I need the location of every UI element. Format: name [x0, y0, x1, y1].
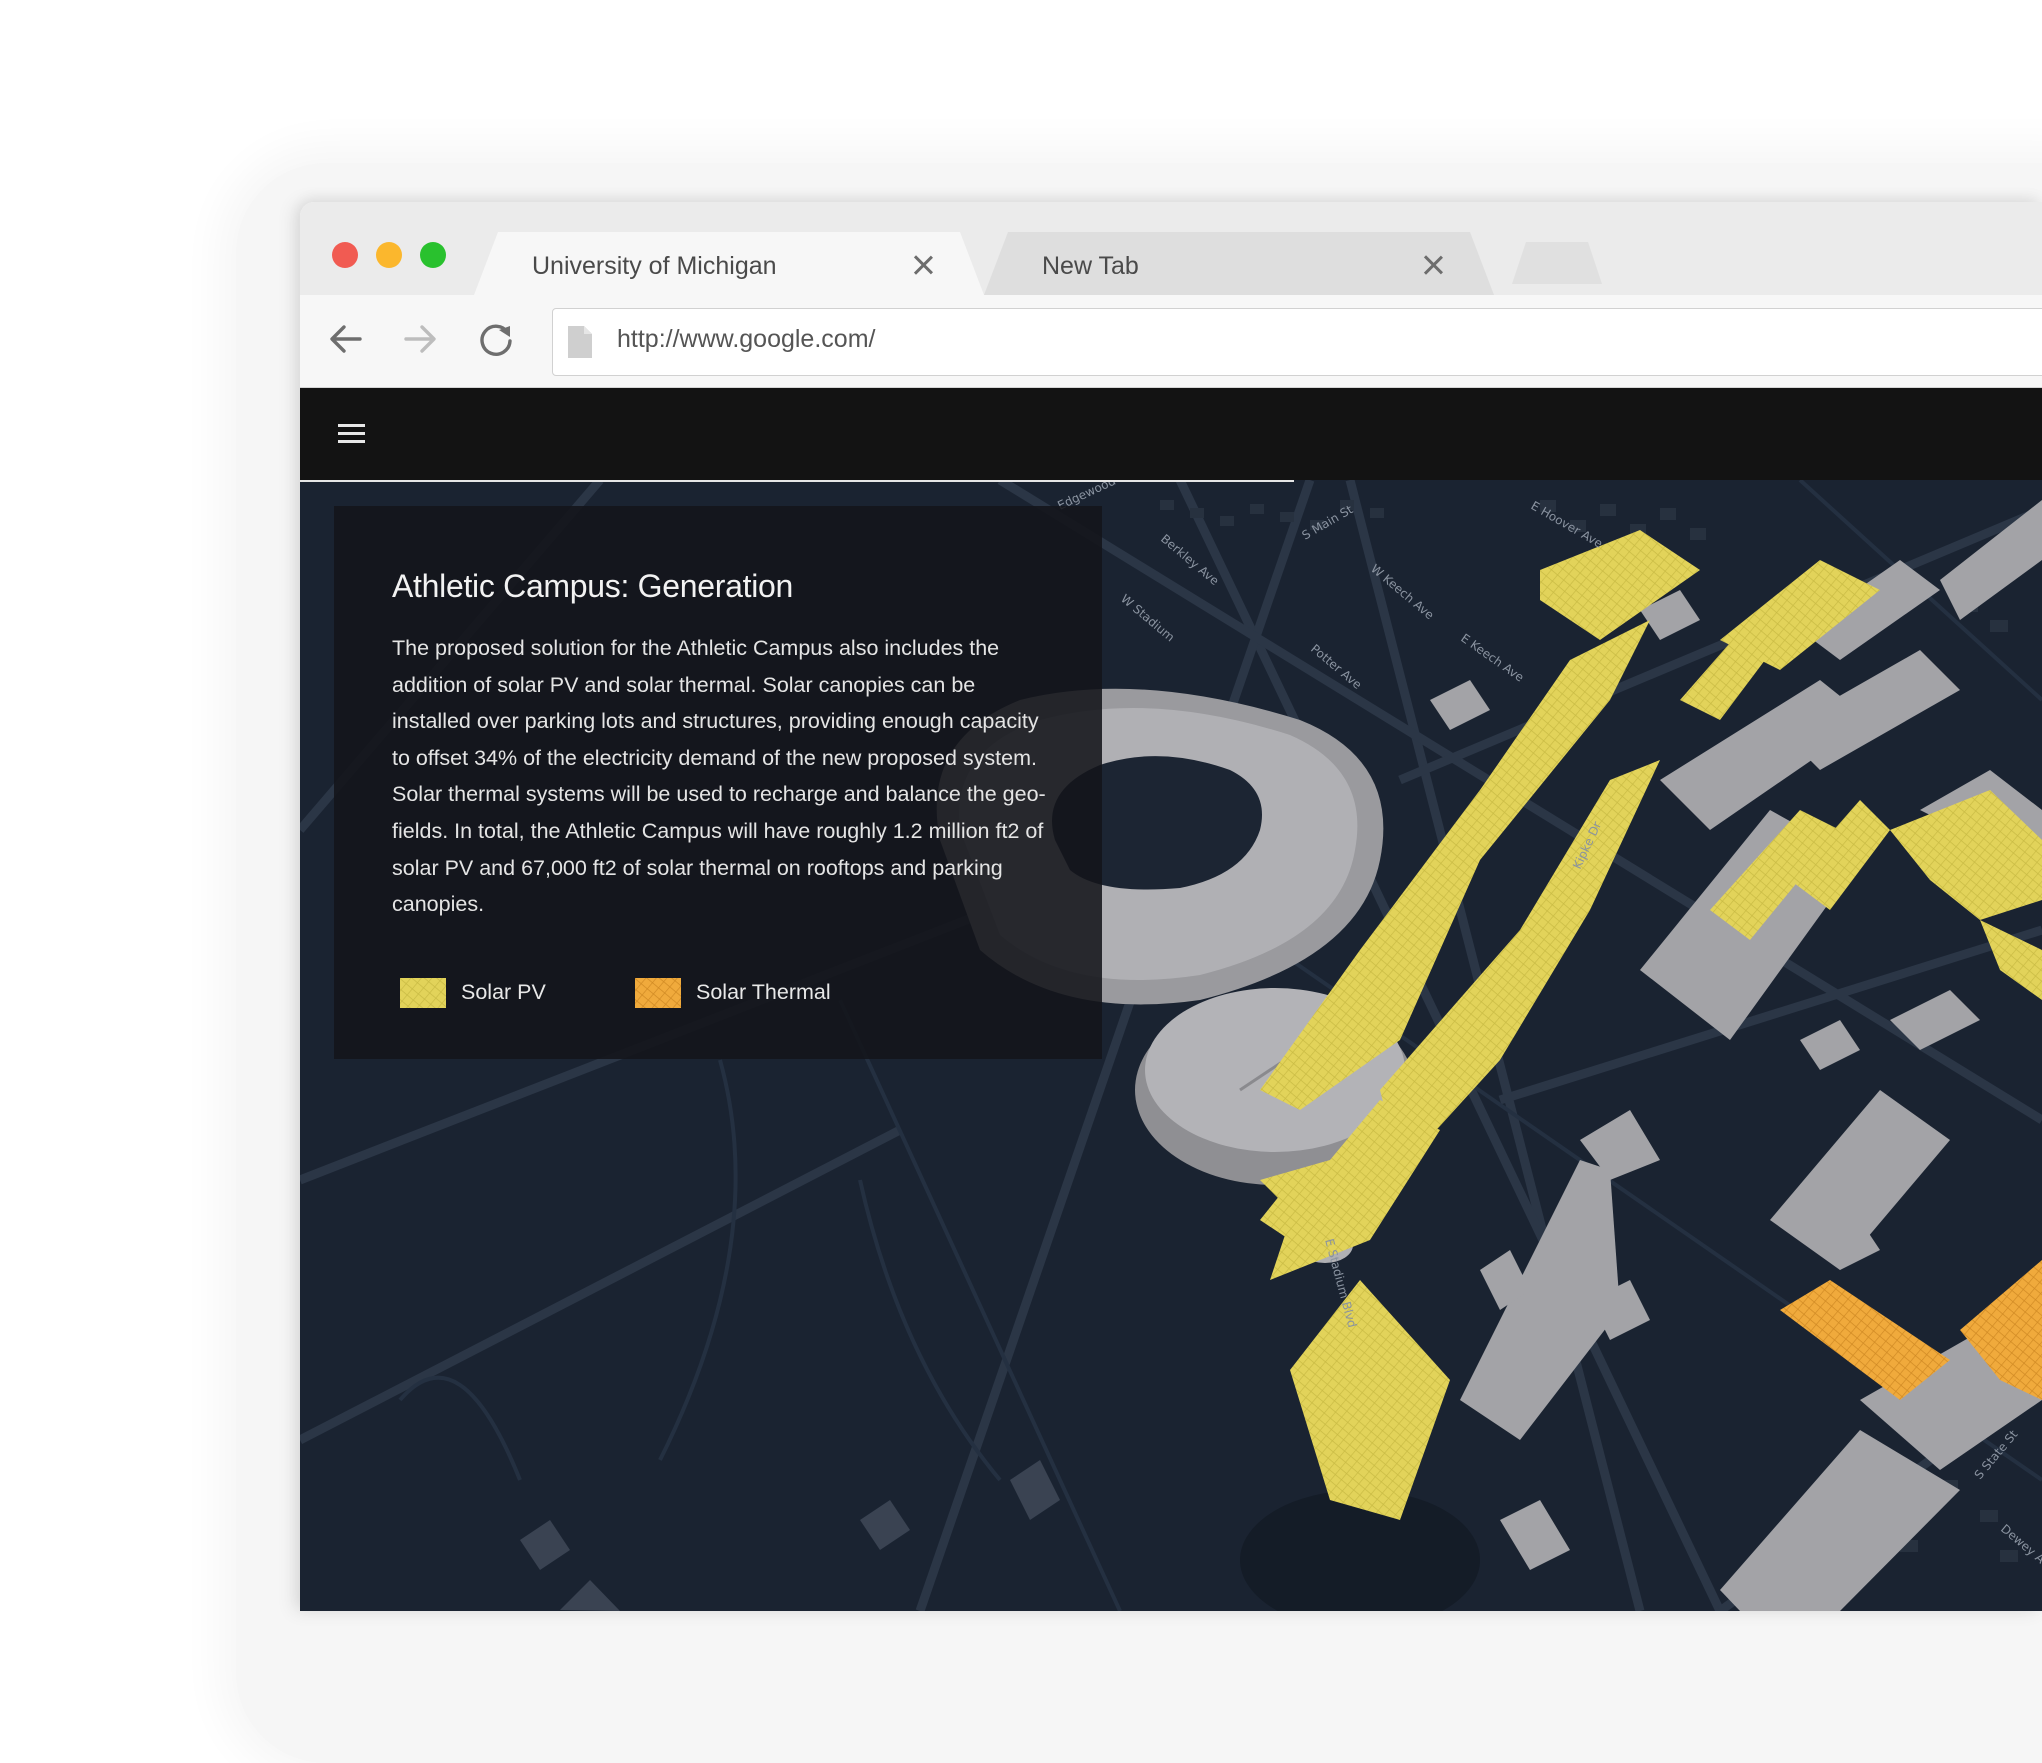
info-panel: Athletic Campus: Generation The proposed…	[334, 506, 1102, 1059]
url-text: http://www.google.com/	[617, 325, 876, 353]
reload-icon[interactable]	[474, 317, 518, 361]
minimize-window-button[interactable]	[376, 242, 402, 268]
street-label: Dewey Ave	[1998, 1522, 2042, 1576]
tab-label: University of Michigan	[532, 252, 777, 280]
legend-label: Solar PV	[461, 980, 546, 1004]
progress-line	[300, 480, 1294, 482]
solar-pv-swatch	[400, 978, 446, 1008]
street-label: W Stadium	[1118, 592, 1177, 645]
maximize-window-button[interactable]	[420, 242, 446, 268]
address-bar[interactable]: http://www.google.com/	[552, 308, 2042, 376]
close-icon[interactable]	[912, 254, 934, 276]
panel-title: Athletic Campus: Generation	[392, 568, 793, 604]
tab-label: New Tab	[1042, 252, 1139, 280]
close-icon[interactable]	[1422, 254, 1444, 276]
tab-university-of-michigan[interactable]: University of Michigan	[474, 232, 984, 295]
map-view[interactable]: S Main St E Hoover Ave E Keech Ave Kipke…	[300, 480, 2042, 1611]
panel-description: The proposed solution for the Athletic C…	[392, 636, 1046, 917]
street-label: S Main St	[1300, 502, 1356, 542]
small-structures	[520, 1460, 1060, 1611]
hamburger-menu-icon[interactable]	[338, 424, 365, 444]
street-label: E Keech Ave	[1458, 631, 1526, 685]
new-tab-button[interactable]	[1512, 242, 1602, 284]
browser-toolbar: http://www.google.com/	[300, 295, 2042, 388]
solar-thermal-swatch	[635, 978, 681, 1008]
tab-strip: University of Michigan New Tab	[300, 202, 2042, 295]
legend-label: Solar Thermal	[696, 980, 831, 1004]
close-window-button[interactable]	[332, 242, 358, 268]
solar-thermal-areas	[1780, 1260, 2042, 1400]
back-arrow-icon[interactable]	[324, 317, 368, 361]
street-label: E Hoover Ave	[1529, 498, 1606, 550]
app-header	[300, 388, 2042, 480]
browser-window: University of Michigan New Tab http://ww…	[300, 202, 2042, 1611]
page-icon	[568, 326, 592, 358]
forward-arrow-icon[interactable]	[398, 317, 442, 361]
tab-new-tab[interactable]: New Tab	[984, 232, 1494, 295]
